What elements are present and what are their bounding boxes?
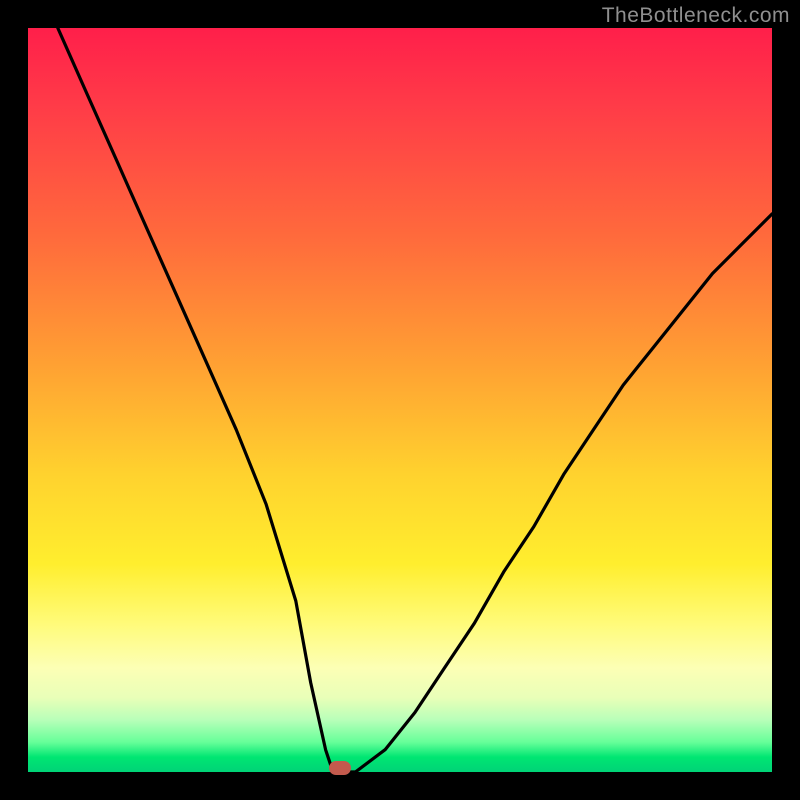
plot-area xyxy=(28,28,772,772)
bottleneck-curve xyxy=(28,28,772,772)
optimum-marker xyxy=(329,761,351,775)
watermark-text: TheBottleneck.com xyxy=(602,4,790,28)
chart-frame: TheBottleneck.com xyxy=(0,0,800,800)
